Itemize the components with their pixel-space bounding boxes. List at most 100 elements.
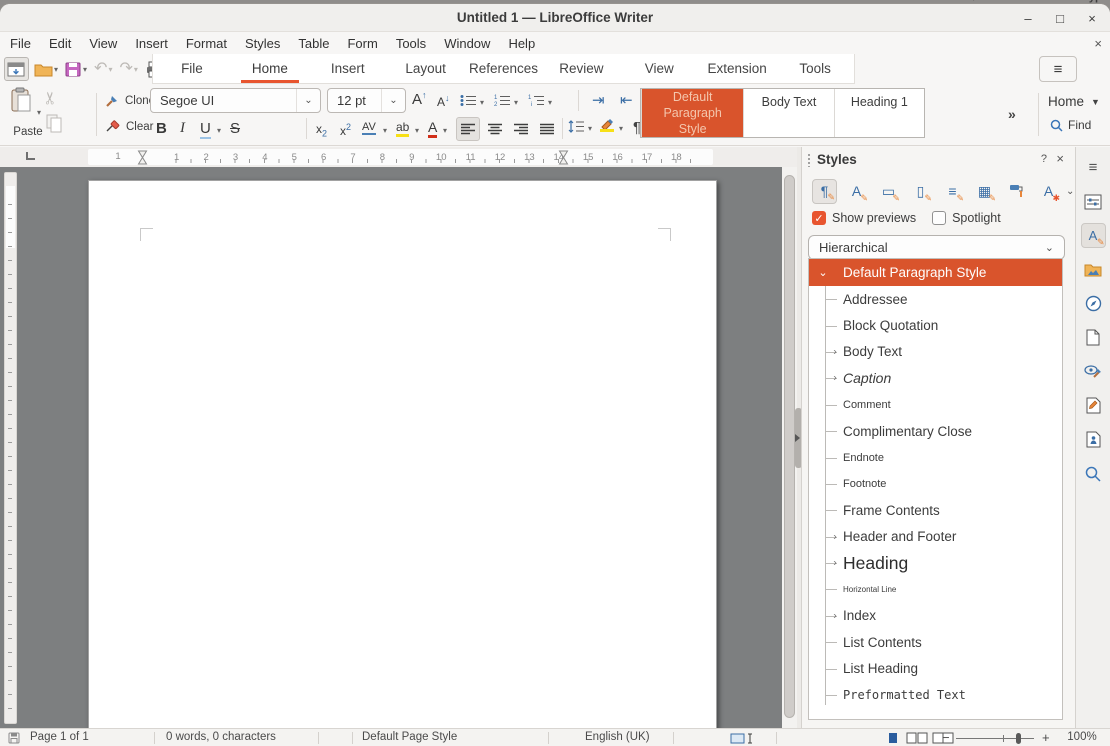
italic-button[interactable]: I — [180, 120, 185, 137]
help-button[interactable]: ? — [1041, 153, 1047, 165]
paragraph-background-dropdown-icon[interactable]: ▾ — [619, 124, 623, 133]
zoom-slider-handle[interactable] — [1016, 733, 1021, 744]
page-icon[interactable] — [1081, 325, 1106, 350]
underline-button[interactable]: U — [200, 120, 211, 139]
menu-item[interactable]: View — [80, 34, 126, 53]
gallery-icon[interactable] — [1081, 257, 1106, 282]
decrease-indent-icon[interactable]: ⇤ — [620, 91, 633, 109]
line-spacing-icon[interactable] — [568, 120, 584, 133]
accessibility-check-icon[interactable] — [1081, 427, 1106, 452]
open-icon[interactable]: ▾ — [32, 57, 60, 81]
expander-icon[interactable]: › — [830, 531, 840, 542]
clone-formatting-button[interactable]: Clone — [105, 93, 155, 108]
notebookbar-tab[interactable]: Extension — [698, 54, 776, 83]
cut-icon[interactable]: ✂ — [41, 91, 61, 105]
spotlight-checkbox[interactable] — [932, 211, 946, 225]
numbered-list-dropdown-icon[interactable]: ▾ — [514, 98, 518, 107]
font-size-combobox[interactable]: 12 pt ⌄ — [327, 88, 406, 113]
outline-list-icon[interactable]: 1i — [528, 94, 545, 107]
indent-marker-icon[interactable] — [137, 150, 148, 165]
notebookbar-tab[interactable]: Home — [231, 54, 309, 83]
zoom-in-button[interactable]: + — [1042, 730, 1050, 745]
undo-icon[interactable]: ↶▾ — [92, 57, 114, 81]
superscript-button[interactable]: x2 — [340, 122, 351, 138]
style-list-item[interactable]: Complimentary Close — [809, 418, 1062, 444]
style-list-item[interactable]: Preformatted Text — [809, 682, 1062, 708]
redo-icon[interactable]: ↷▾ — [117, 57, 139, 81]
close-document-button[interactable]: × — [1094, 36, 1102, 51]
find-button[interactable]: Find — [1050, 118, 1091, 132]
character-spacing-icon[interactable]: AV — [362, 121, 376, 135]
style-gallery-item[interactable]: Heading 1 — [834, 89, 924, 137]
sidebar-settings-icon[interactable]: ≡ — [1081, 155, 1106, 180]
menu-item[interactable]: Insert — [126, 34, 177, 53]
navigator-icon[interactable] — [1081, 291, 1106, 316]
style-inspector-icon[interactable] — [1081, 359, 1106, 384]
zoom-slider-track[interactable] — [956, 738, 1034, 739]
scrollbar-thumb[interactable] — [784, 175, 795, 718]
notebookbar-tab[interactable]: Review — [542, 54, 620, 83]
manage-changes-icon[interactable] — [1081, 393, 1106, 418]
table-styles-icon[interactable]: ▦✎ — [972, 179, 997, 204]
save-status-icon[interactable] — [8, 732, 20, 744]
document-page[interactable] — [88, 180, 717, 728]
multi-page-view-icon[interactable] — [906, 732, 928, 744]
style-gallery-item[interactable]: Default Paragraph Style — [641, 89, 743, 137]
tab-stop-type-selector[interactable] — [26, 152, 35, 160]
font-name-dropdown-icon[interactable]: ⌄ — [296, 89, 320, 112]
align-center-button[interactable] — [483, 117, 507, 141]
character-styles-icon[interactable]: A✎ — [844, 179, 869, 204]
style-list-item[interactable]: › Heading — [809, 550, 1062, 576]
highlight-dropdown-icon[interactable]: ▾ — [415, 126, 419, 135]
grow-font-icon[interactable]: A↑ — [412, 90, 427, 108]
style-list-item[interactable]: › Index — [809, 603, 1062, 629]
vertical-ruler[interactable] — [4, 172, 17, 724]
paragraph-background-icon[interactable] — [600, 118, 614, 132]
notebookbar-tab[interactable]: References — [465, 54, 543, 83]
style-list-item[interactable]: › Body Text — [809, 339, 1062, 365]
menu-item[interactable]: Format — [177, 34, 236, 53]
right-indent-marker-icon[interactable] — [558, 150, 569, 165]
zoom-out-button[interactable]: − — [942, 730, 950, 745]
subscript-button[interactable]: x2 — [316, 122, 327, 138]
style-list-item[interactable]: ⌄ Default Paragraph Style — [809, 259, 1062, 286]
bold-button[interactable]: B — [156, 120, 167, 137]
styles-tab-icon[interactable]: A✎ — [1081, 223, 1106, 248]
new-style-dropdown-icon[interactable]: ⌄ — [1066, 186, 1074, 197]
expander-icon[interactable]: › — [830, 346, 840, 357]
notebookbar-tab[interactable]: Tools — [776, 54, 854, 83]
underline-dropdown-icon[interactable]: ▾ — [217, 126, 221, 135]
menu-item[interactable]: Tools — [387, 34, 435, 53]
style-list-item[interactable]: › Caption — [809, 365, 1062, 391]
align-left-button[interactable] — [456, 117, 480, 141]
close-deck-button[interactable]: × — [1056, 151, 1064, 166]
menu-item[interactable]: Edit — [40, 34, 80, 53]
font-name-combobox[interactable]: Segoe UI ⌄ — [150, 88, 321, 113]
bullet-list-dropdown-icon[interactable]: ▾ — [480, 98, 484, 107]
open-dropdown-icon[interactable]: ▾ — [54, 65, 58, 74]
new-style-from-selection-icon[interactable]: A✱ — [1036, 179, 1061, 204]
deck-drag-handle[interactable] — [807, 153, 811, 167]
expander-icon[interactable]: › — [830, 373, 840, 384]
menu-item[interactable]: Window — [435, 34, 499, 53]
notebookbar-menu-button[interactable]: ≡ — [1039, 56, 1077, 82]
minimize-button[interactable]: – — [1020, 11, 1036, 26]
align-justify-button[interactable] — [535, 117, 559, 141]
expander-icon[interactable]: › — [830, 610, 840, 621]
horizontal-ruler[interactable]: 1 123456789101112131415161718 — [0, 147, 797, 167]
outline-list-dropdown-icon[interactable]: ▾ — [548, 98, 552, 107]
document-area[interactable] — [0, 167, 797, 728]
expander-icon[interactable]: ⌄ — [818, 266, 828, 279]
line-spacing-dropdown-icon[interactable]: ▾ — [588, 124, 592, 133]
align-right-button[interactable] — [509, 117, 533, 141]
notebookbar-tab[interactable]: View — [620, 54, 698, 83]
style-list-item[interactable]: List Heading — [809, 655, 1062, 681]
strikethrough-button[interactable]: S — [230, 120, 240, 137]
fill-format-mode-icon[interactable] — [1004, 179, 1029, 204]
paste-icon[interactable] — [10, 87, 33, 113]
notebookbar-tab[interactable]: Layout — [387, 54, 465, 83]
word-count[interactable]: 0 words, 0 characters — [166, 731, 276, 743]
shrink-font-icon[interactable]: A↓ — [437, 93, 450, 109]
menu-item[interactable]: Help — [499, 34, 544, 53]
numbered-list-icon[interactable]: 12 — [494, 94, 511, 107]
